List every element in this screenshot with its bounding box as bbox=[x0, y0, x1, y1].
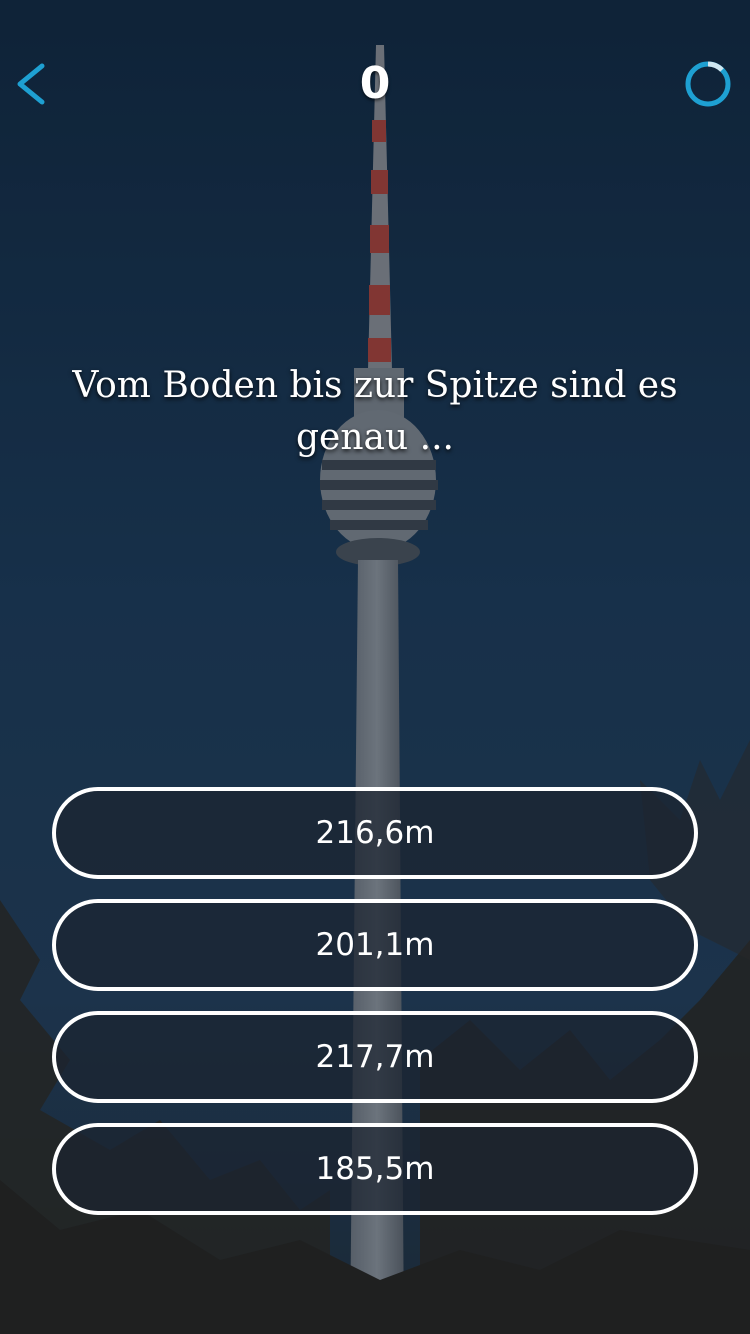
question-text: Vom Boden bis zur Spitze sind es genau .… bbox=[72, 365, 678, 458]
chevron-left-icon bbox=[8, 54, 64, 114]
answer-button[interactable]: 185,5m bbox=[52, 1123, 698, 1215]
score-display: 0 bbox=[359, 58, 391, 109]
answer-list: 216,6m 201,1m 217,7m 185,5m bbox=[52, 787, 698, 1235]
timer-indicator bbox=[682, 58, 734, 110]
answer-button[interactable]: 216,6m bbox=[52, 787, 698, 879]
circular-timer-icon bbox=[682, 58, 734, 110]
back-button[interactable] bbox=[8, 54, 64, 114]
answer-button[interactable]: 201,1m bbox=[52, 899, 698, 991]
answer-button[interactable]: 217,7m bbox=[52, 1011, 698, 1103]
